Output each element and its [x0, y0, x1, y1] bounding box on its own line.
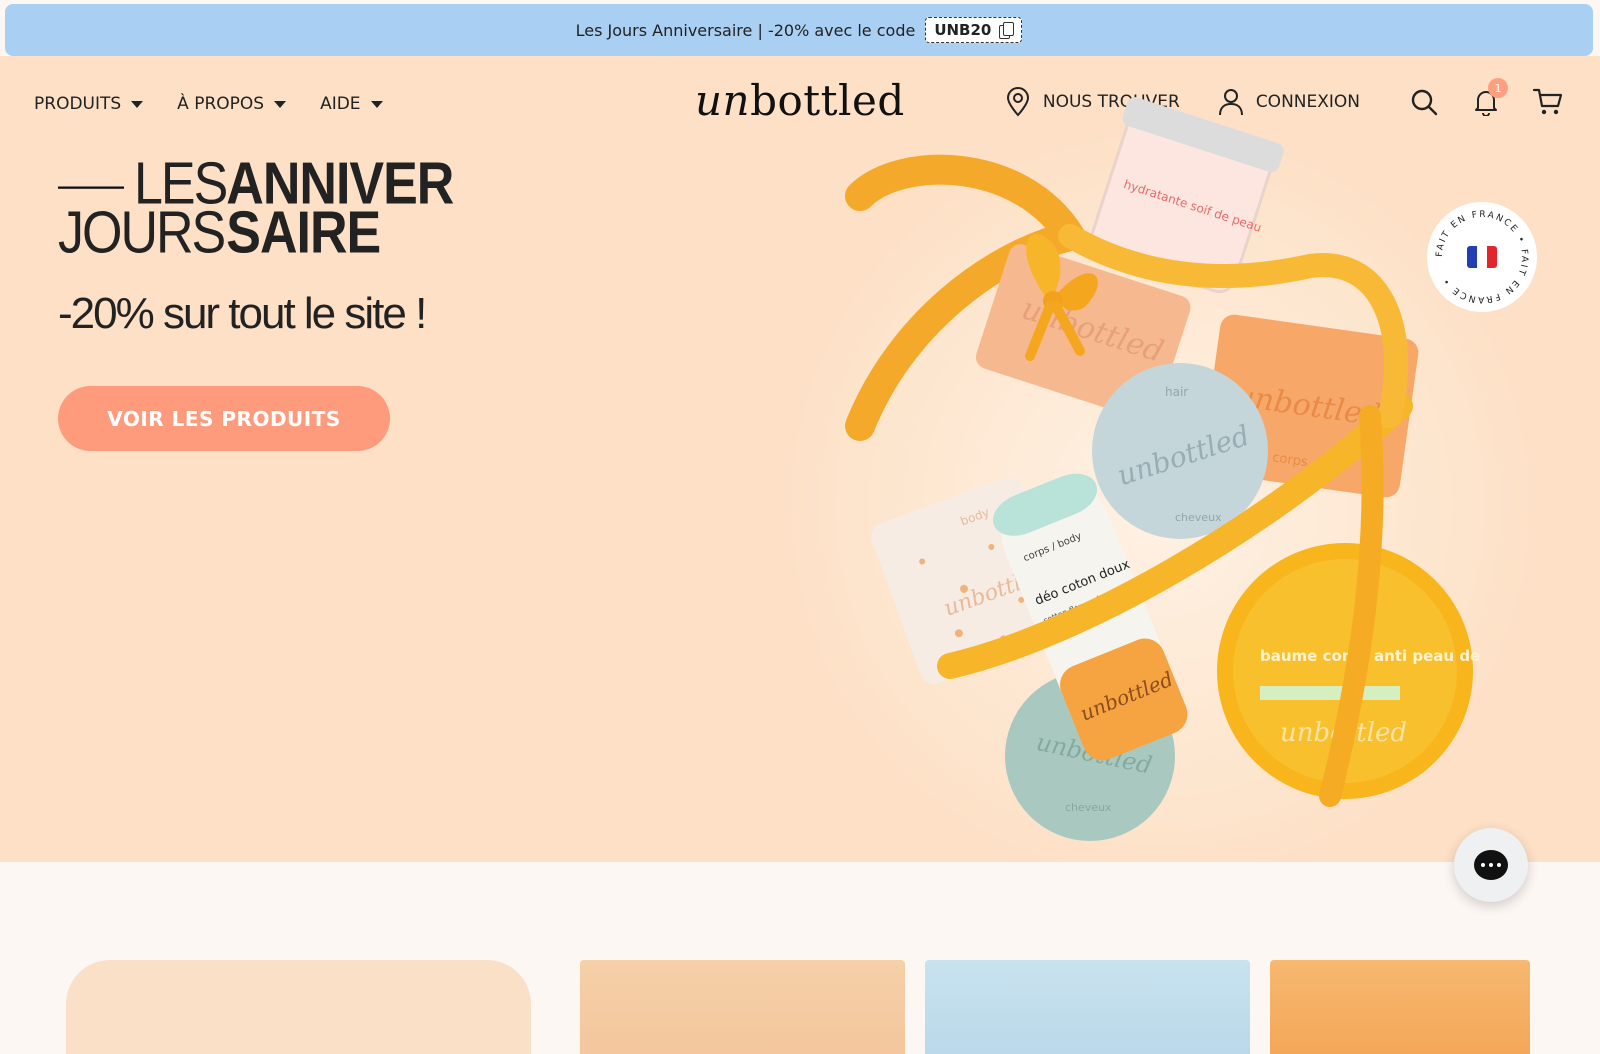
center-bar-top: hair: [1165, 385, 1188, 399]
logo-script: un: [695, 76, 751, 125]
announcement-text: Les Jours Anniversaire | -20% avec le co…: [575, 20, 916, 40]
chat-button[interactable]: [1454, 828, 1528, 902]
promo-card[interactable]: [66, 960, 531, 1054]
nav-item-label: AIDE: [320, 94, 361, 114]
headline-line2-light: JOURS: [58, 200, 226, 267]
main-nav: PRODUITS À PROPOS AIDE: [34, 94, 383, 114]
chevron-down-icon: [370, 100, 383, 108]
product-tile[interactable]: [925, 960, 1250, 1054]
center-bar-bottom: cheveux: [1175, 511, 1222, 524]
made-in-france-badge: FAIT EN FRANCE • FAIT EN FRANCE •: [1427, 202, 1537, 312]
badge-text: FAIT EN FRANCE • FAIT EN FRANCE •: [1435, 210, 1527, 304]
nav-item-produits[interactable]: PRODUITS: [34, 94, 144, 114]
promo-code: UNB20: [934, 21, 992, 39]
promo-code-button[interactable]: UNB20: [925, 17, 1023, 43]
product-tile[interactable]: [1270, 960, 1530, 1054]
headline-line2-bold: SAIRE: [226, 200, 381, 267]
svg-text:FAIT EN FRANCE • FAIT EN FRANC: FAIT EN FRANCE • FAIT EN FRANCE •: [1435, 210, 1529, 304]
chat-icon: [1474, 850, 1508, 880]
product-tile[interactable]: [580, 960, 905, 1054]
chevron-down-icon: [274, 100, 287, 108]
nav-item-label: À PROPOS: [177, 94, 265, 114]
hero-product-image: unbottled hydratante soif de peau unbott…: [845, 97, 1480, 841]
cart-button[interactable]: [1532, 86, 1564, 118]
badge-ring-text: FAIT EN FRANCE • FAIT EN FRANCE •: [1435, 210, 1529, 304]
notification-count-badge: 1: [1488, 78, 1508, 98]
hero-section: PRODUITS À PROPOS AIDE unbottled NOUS TR…: [0, 56, 1600, 862]
view-products-button[interactable]: VOIR LES PRODUITS: [58, 386, 390, 451]
announcement-bar: Les Jours Anniversaire | -20% avec le co…: [5, 4, 1593, 56]
chevron-down-icon: [131, 100, 144, 108]
hero-headline: LES ANNIVER JOURS SAIRE -20% sur tout le…: [58, 154, 454, 339]
nav-item-label: PRODUITS: [34, 94, 122, 114]
shampoo-bottom: cheveux: [1065, 801, 1112, 814]
hero-subheadline: -20% sur tout le site !: [58, 288, 427, 338]
cart-icon: [1532, 88, 1563, 115]
nav-item-a-propos[interactable]: À PROPOS: [177, 94, 287, 114]
nav-item-aide[interactable]: AIDE: [320, 94, 383, 114]
copy-icon: [999, 22, 1015, 39]
